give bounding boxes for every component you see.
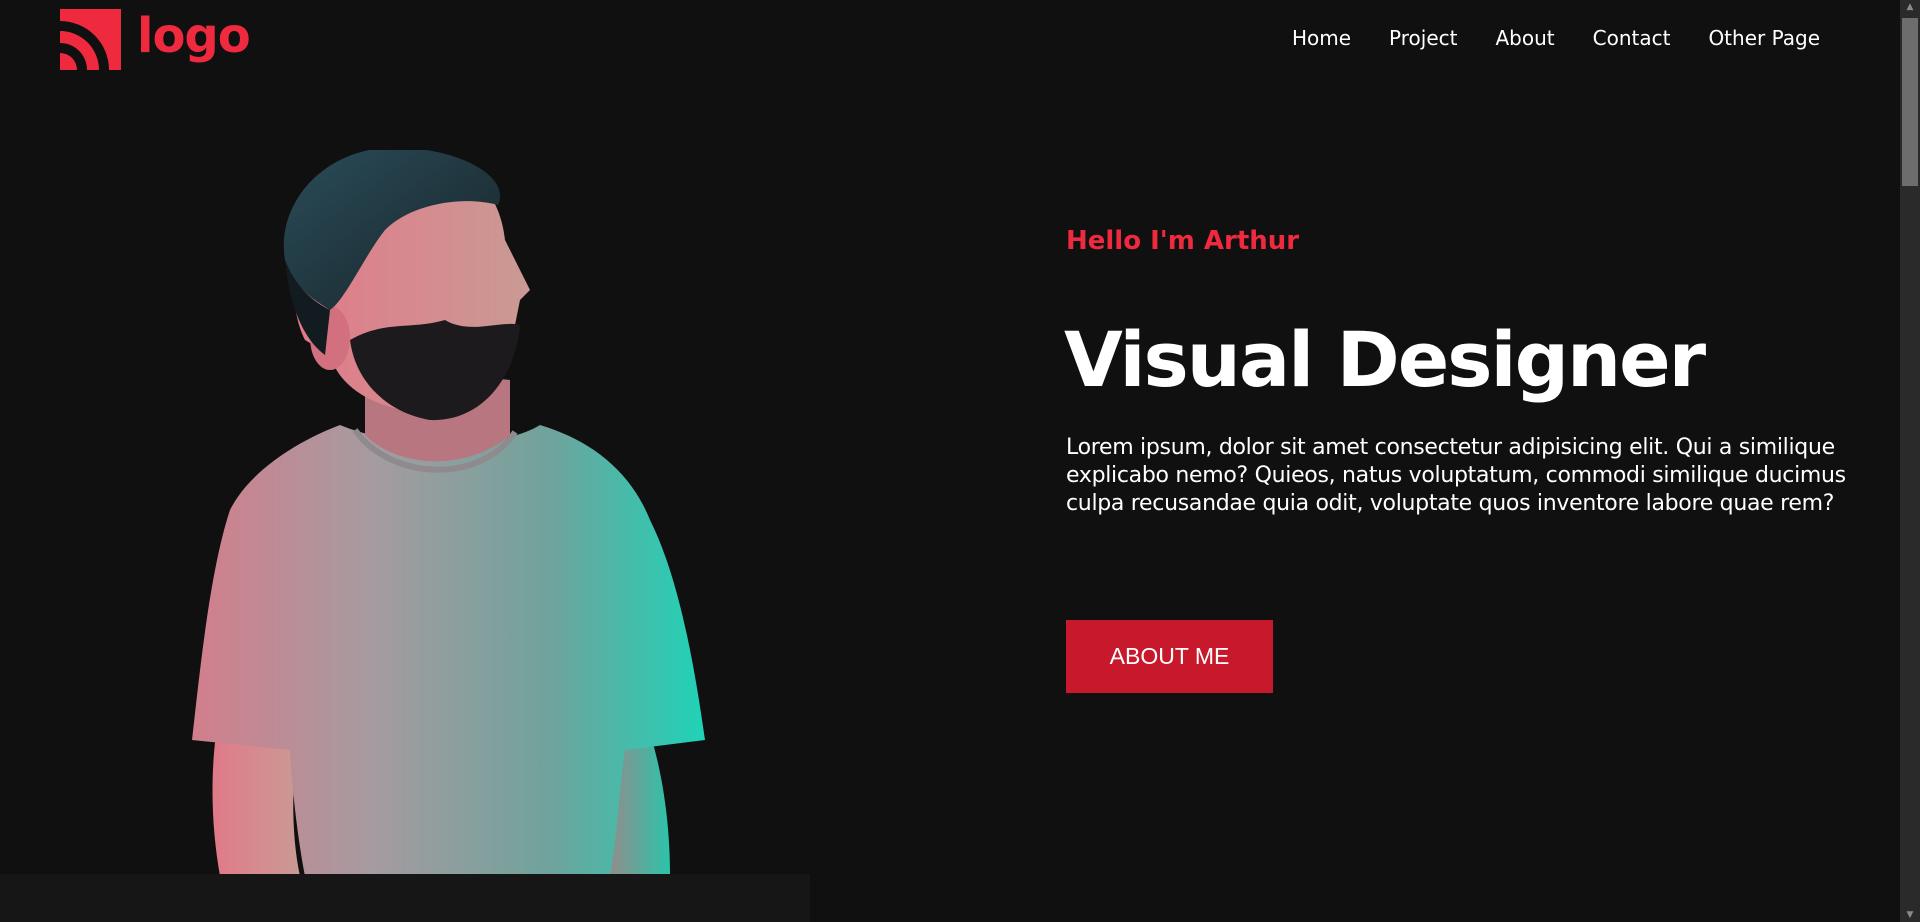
hero-title: Visual Designer: [1064, 315, 1706, 404]
scroll-thumb[interactable]: [1902, 18, 1918, 186]
hero-description: Lorem ipsum, dolor sit amet consectetur …: [1066, 435, 1846, 516]
nav-link-home[interactable]: Home: [1292, 26, 1351, 50]
about-me-button[interactable]: ABOUT ME: [1066, 620, 1273, 693]
nav-link-contact[interactable]: Contact: [1593, 26, 1671, 50]
hero-portrait-image: [180, 150, 740, 876]
page-scrollbar[interactable]: ▲ ▼: [1900, 0, 1920, 922]
logo-link[interactable]: logo: [60, 8, 251, 70]
hero-greeting: Hello I'm Arthur: [1066, 226, 1300, 256]
page: logo Home Project About Contact Other Pa…: [0, 0, 1920, 922]
nav-link-about[interactable]: About: [1495, 26, 1554, 50]
scroll-up-arrow-icon[interactable]: ▲: [1900, 0, 1920, 14]
rss-arcs-icon: [60, 8, 121, 70]
nav-link-other-page[interactable]: Other Page: [1708, 26, 1820, 50]
main-nav: Home Project About Contact Other Page: [1292, 26, 1820, 50]
scroll-down-arrow-icon[interactable]: ▼: [1900, 908, 1920, 922]
bottom-panel: [0, 874, 810, 922]
logo-text: logo: [137, 8, 251, 64]
nav-link-project[interactable]: Project: [1389, 26, 1457, 50]
